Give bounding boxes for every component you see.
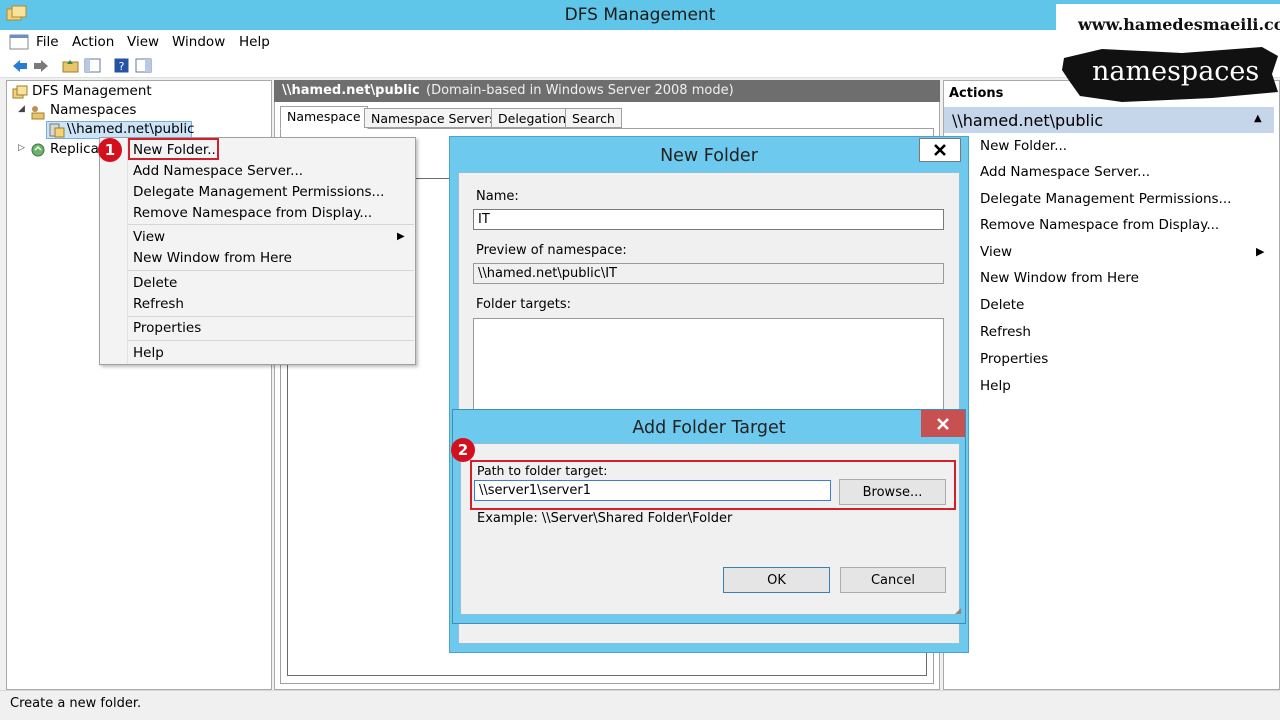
svg-text:?: ?	[119, 60, 125, 73]
action-properties[interactable]: Properties	[980, 351, 1048, 367]
preview-label: Preview of namespace:	[476, 243, 627, 258]
namespace-server-icon	[49, 122, 65, 138]
action-new-folder[interactable]: New Folder...	[980, 138, 1067, 154]
actions-title: Actions	[949, 86, 1004, 101]
new-folder-highlight-box	[128, 138, 219, 160]
add-folder-target-close-button[interactable]	[921, 410, 965, 437]
name-label: Name:	[476, 189, 519, 204]
preview-field: \\hamed.net\public\IT	[473, 263, 944, 284]
ctx-view[interactable]: View	[133, 229, 165, 245]
tab-delegation[interactable]: Delegation	[491, 108, 574, 128]
ctx-remove-namespace[interactable]: Remove Namespace from Display...	[133, 205, 372, 221]
actions-section-label: \\hamed.net\public	[952, 111, 1104, 130]
ctx-help[interactable]: Help	[133, 345, 164, 361]
folder-targets-label: Folder targets:	[476, 297, 571, 312]
action-remove-namespace[interactable]: Remove Namespace from Display...	[980, 217, 1219, 233]
header-namespace-mode: (Domain-based in Windows Server 2008 mod…	[426, 83, 734, 98]
menu-action[interactable]: Action	[72, 34, 114, 50]
name-input[interactable]: IT	[473, 209, 944, 230]
action-new-window[interactable]: New Window from Here	[980, 270, 1139, 286]
step-badge-1: 1	[98, 138, 122, 162]
close-icon	[934, 144, 946, 156]
menu-window[interactable]: Window	[172, 34, 225, 50]
header-namespace-path: \\hamed.net\public	[282, 83, 420, 98]
status-bar	[0, 690, 1280, 720]
tree-namespaces[interactable]: Namespaces	[50, 102, 136, 118]
path-example: Example: \\Server\Shared Folder\Folder	[477, 511, 733, 526]
show-hide-action-pane-icon[interactable]	[134, 56, 153, 75]
back-arrow-icon[interactable]	[10, 56, 29, 75]
namespaces-icon	[30, 104, 46, 120]
help-icon[interactable]: ?	[112, 56, 131, 75]
folder-targets-list[interactable]	[473, 318, 944, 413]
menu-view[interactable]: View	[127, 34, 159, 50]
show-hide-tree-icon[interactable]	[83, 56, 102, 75]
resize-grip-icon[interactable]: ◢	[955, 606, 961, 615]
ok-button[interactable]: OK	[723, 567, 830, 593]
tree-replication[interactable]: Replica	[50, 141, 99, 157]
tab-search[interactable]: Search	[565, 108, 622, 128]
action-delegate-permissions[interactable]: Delegate Management Permissions...	[980, 191, 1231, 207]
action-add-namespace-server[interactable]: Add Namespace Server...	[980, 164, 1150, 180]
ctx-new-window[interactable]: New Window from Here	[133, 250, 292, 266]
collapse-section-arrow-icon[interactable]: ▲	[1254, 113, 1262, 124]
results-header: \\hamed.net\public (Domain-based in Wind…	[274, 80, 940, 102]
step-badge-2: 2	[451, 438, 475, 462]
tree-dfs-management[interactable]: DFS Management	[32, 83, 152, 99]
action-help[interactable]: Help	[980, 378, 1011, 394]
ctx-separator	[128, 224, 414, 225]
tab-namespace-servers[interactable]: Namespace Servers	[364, 108, 504, 128]
action-delete[interactable]: Delete	[980, 297, 1024, 313]
watermark-url: www.hamedesmaeili.com	[1078, 15, 1280, 34]
dfs-management-icon	[12, 84, 28, 100]
view-submenu-arrow-icon: ▶	[1256, 245, 1265, 258]
context-menu-gutter	[127, 138, 128, 364]
action-refresh[interactable]: Refresh	[980, 324, 1031, 340]
expand-namespaces-arrow-icon[interactable]: ◢	[18, 104, 25, 114]
new-folder-dialog-title: New Folder	[660, 146, 758, 166]
ctx-separator	[128, 316, 414, 317]
ctx-view-submenu-arrow-icon: ▶	[397, 231, 405, 242]
forward-arrow-icon[interactable]	[31, 56, 50, 75]
menu-file[interactable]: File	[36, 34, 59, 50]
ctx-delete[interactable]: Delete	[133, 275, 177, 291]
ctx-add-namespace-server[interactable]: Add Namespace Server...	[133, 163, 303, 179]
tree-namespace-item[interactable]: \\hamed.net\public	[67, 121, 195, 137]
ctx-separator	[128, 270, 414, 271]
cancel-button[interactable]: Cancel	[840, 567, 946, 593]
ctx-properties[interactable]: Properties	[133, 320, 201, 336]
mmc-icon	[9, 34, 29, 50]
ctx-separator	[128, 340, 414, 341]
status-text: Create a new folder.	[10, 696, 142, 711]
menu-help[interactable]: Help	[239, 34, 270, 50]
add-folder-target-title: Add Folder Target	[632, 418, 786, 438]
watermark-label: namespaces	[1092, 56, 1260, 87]
new-folder-close-button[interactable]	[919, 138, 961, 162]
replication-icon	[30, 142, 46, 158]
ctx-refresh[interactable]: Refresh	[133, 296, 184, 312]
close-icon	[937, 417, 949, 430]
tab-namespace[interactable]: Namespace	[280, 106, 368, 129]
ctx-delegate-permissions[interactable]: Delegate Management Permissions...	[133, 184, 384, 200]
path-highlight-box	[470, 460, 956, 510]
up-folder-icon[interactable]	[61, 56, 80, 75]
action-view[interactable]: View	[980, 244, 1012, 260]
expand-replication-arrow-icon[interactable]: ▷	[18, 143, 25, 153]
